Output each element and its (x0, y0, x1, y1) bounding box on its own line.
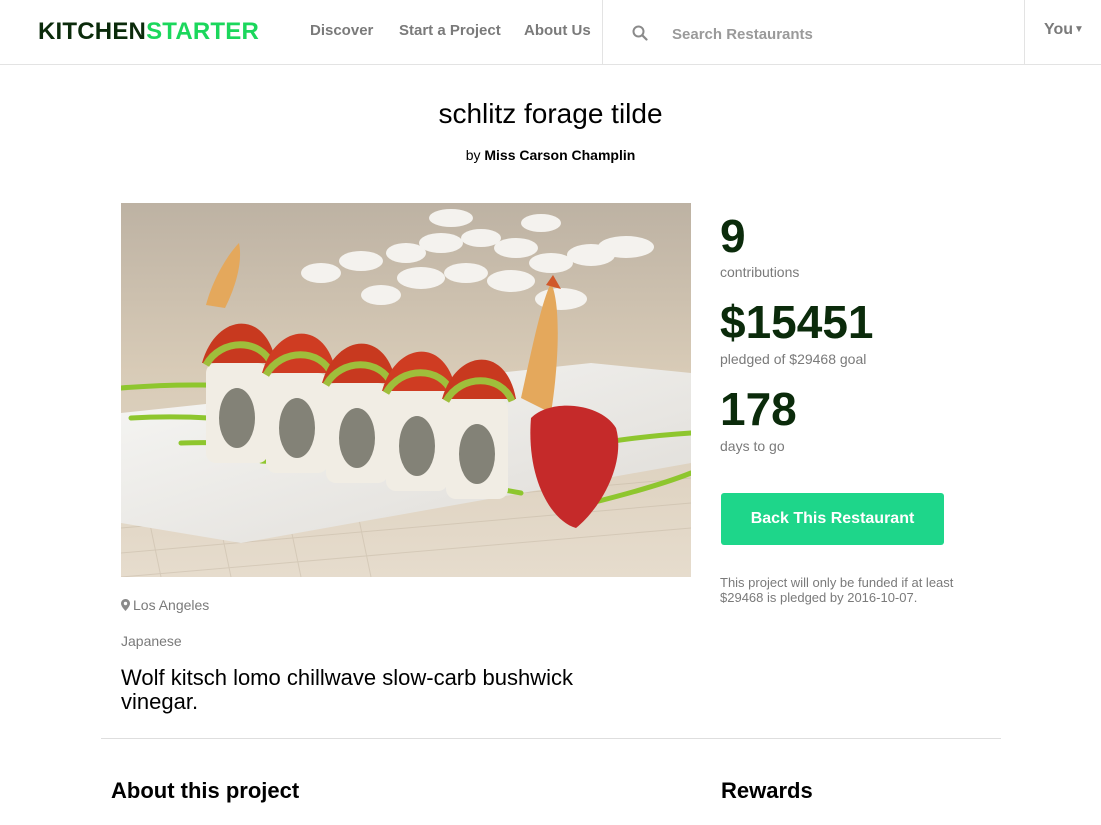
days-to-go-count: 178 (720, 383, 797, 435)
rewards-heading: Rewards (721, 778, 813, 803)
back-this-restaurant-button[interactable]: Back This Restaurant (721, 493, 944, 545)
user-menu-button[interactable]: You▼ (1044, 21, 1084, 39)
about-project-heading: About this project (111, 778, 300, 803)
search-icon[interactable] (632, 25, 648, 41)
project-category: Japanese (121, 633, 182, 649)
search-input[interactable] (662, 20, 992, 48)
contributions-count: 9 (720, 210, 746, 262)
navbar-divider (1024, 0, 1025, 65)
project-title: schlitz forage tilde (438, 98, 663, 129)
project-author[interactable]: Miss Carson Champlin (484, 147, 635, 163)
top-navbar: KITCHENSTARTER Discover Start a Project … (0, 0, 1101, 65)
brand-logo[interactable]: KITCHENSTARTER (38, 18, 259, 46)
days-to-go-label: days to go (720, 438, 785, 454)
map-pin-icon (121, 599, 130, 611)
project-location: Los Angeles (121, 597, 209, 613)
contributions-label: contributions (720, 264, 800, 280)
nav-discover-link[interactable]: Discover (310, 22, 373, 40)
project-hero-image (121, 203, 691, 577)
user-menu-label: You (1044, 21, 1074, 38)
byline-prefix: by (465, 147, 481, 163)
section-divider (101, 738, 1001, 739)
sushi-roll-illustration (121, 203, 691, 577)
caret-down-icon: ▼ (1074, 24, 1084, 35)
pledged-label: pledged of $29468 goal (720, 351, 867, 367)
project-location-text: Los Angeles (133, 597, 210, 613)
funding-note: This project will only be funded if at l… (720, 575, 954, 605)
project-byline: by Miss Carson Champlin (0, 147, 1101, 163)
navbar-divider (602, 0, 603, 65)
nav-about-link[interactable]: About Us (524, 22, 591, 40)
project-blurb: Wolf kitsch lomo chillwave slow-carb bus… (121, 665, 573, 714)
nav-start-project-link[interactable]: Start a Project (399, 22, 501, 40)
pledged-amount: $15451 (720, 296, 874, 348)
brand-logo-part1: KITCHEN (38, 18, 147, 45)
brand-logo-part2: STARTER (146, 18, 260, 45)
